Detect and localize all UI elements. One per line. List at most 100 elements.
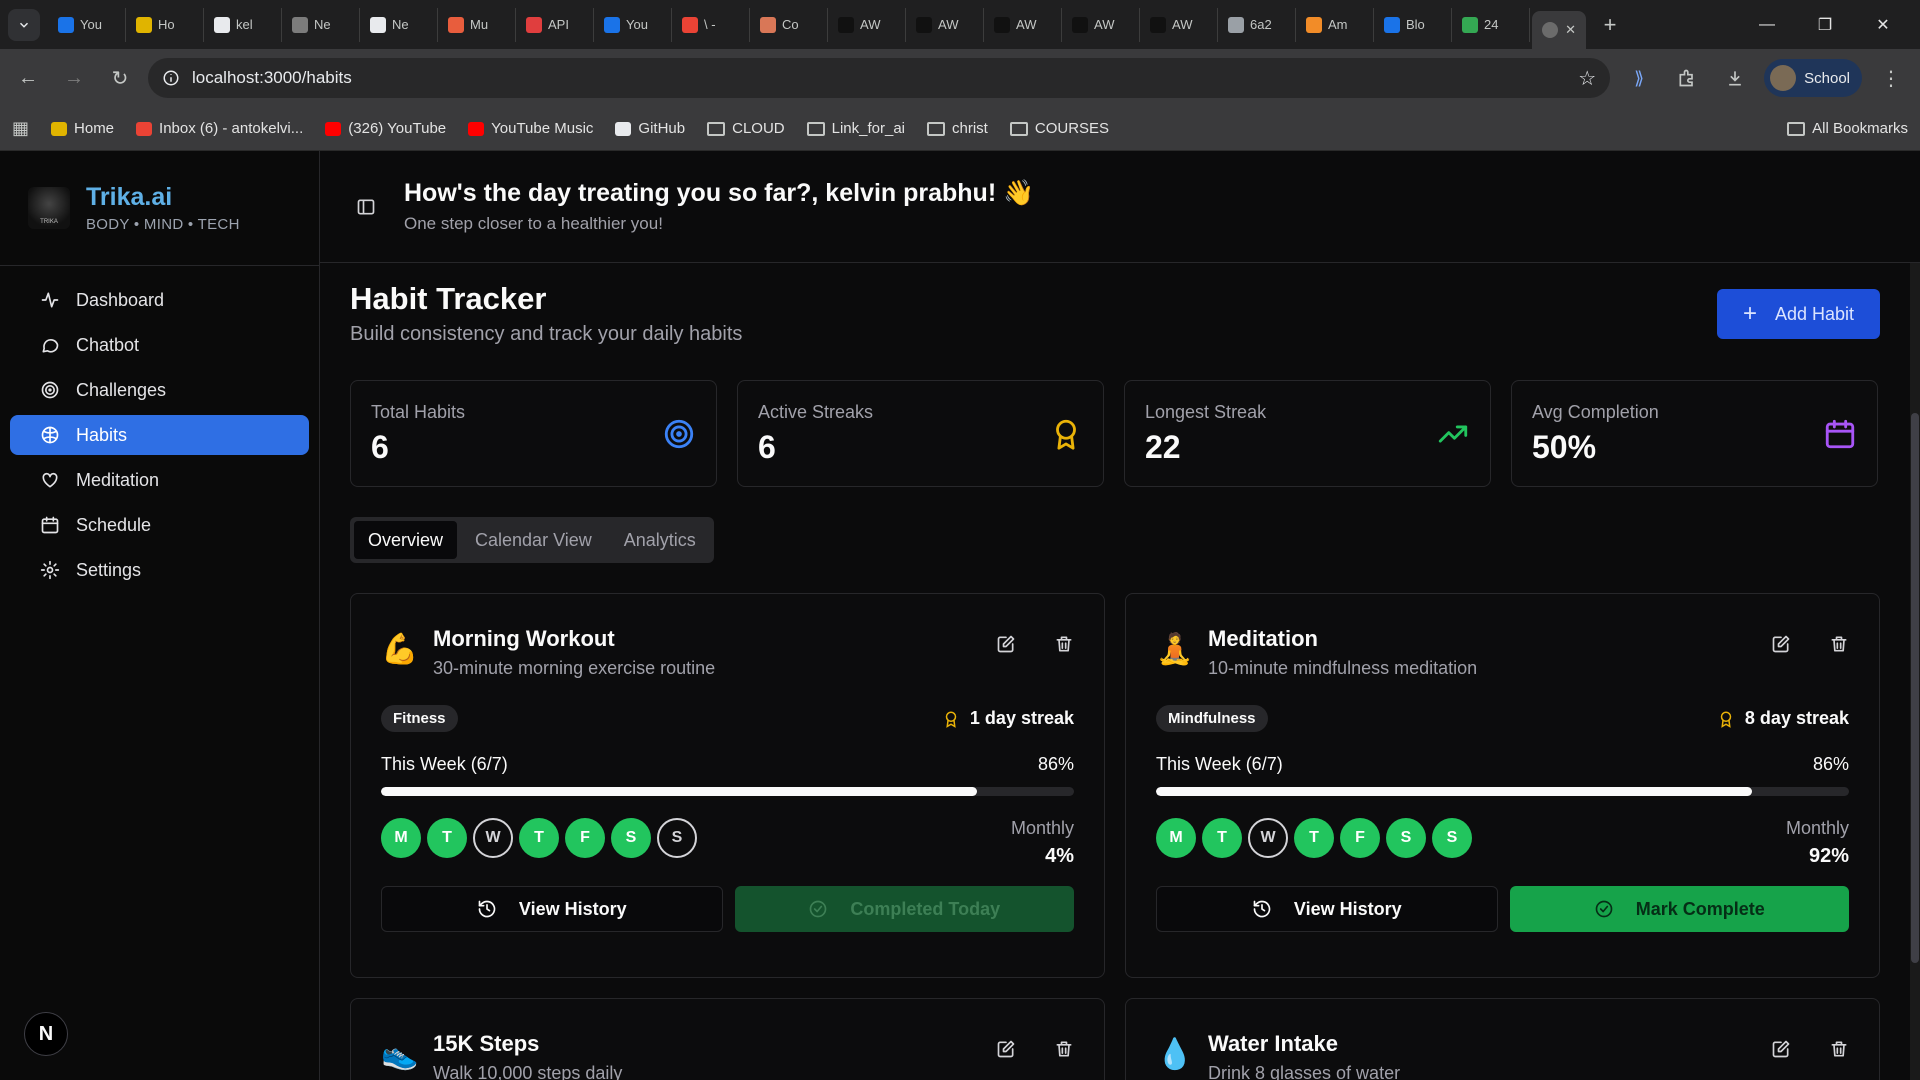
day-circle[interactable]: T [519, 818, 559, 858]
bookmark-item[interactable]: (326) YouTube [325, 120, 446, 137]
tab-calendar-view[interactable]: Calendar View [461, 521, 606, 559]
day-circle[interactable]: T [1202, 818, 1242, 858]
tab-search-button[interactable] [8, 8, 40, 41]
browser-tab[interactable]: \ - [672, 7, 750, 42]
url-text[interactable]: localhost:3000/habits [192, 68, 1566, 88]
edit-icon[interactable] [996, 1039, 1016, 1059]
sidebar-item-chatbot[interactable]: Chatbot [10, 325, 309, 365]
sidebar-item-schedule[interactable]: Schedule [10, 505, 309, 545]
day-circle[interactable]: S [1386, 818, 1426, 858]
tab-analytics[interactable]: Analytics [610, 521, 710, 559]
sidebar-item-dashboard[interactable]: Dashboard [10, 280, 309, 320]
sidebar-toggle-icon[interactable] [356, 197, 376, 217]
day-circle[interactable]: F [1340, 818, 1380, 858]
edit-icon[interactable] [996, 634, 1016, 654]
bookmark-label: COURSES [1034, 120, 1110, 137]
menu-icon[interactable]: ⋮ [1872, 59, 1910, 97]
browser-tab[interactable]: AW [828, 7, 906, 42]
sidebar-nav: Dashboard Chatbot Challenges Habits Meditati… [0, 266, 319, 609]
trash-icon[interactable] [1829, 1039, 1849, 1059]
bookmark-item[interactable]: christ [927, 120, 988, 137]
bookmark-item[interactable]: Link_for_ai [806, 120, 905, 137]
profile-button[interactable]: School [1764, 59, 1862, 97]
day-circle[interactable]: S [1432, 818, 1472, 858]
trash-icon[interactable] [1054, 1039, 1074, 1059]
bookmark-item[interactable]: Home [51, 120, 114, 137]
add-habit-button[interactable]: + Add Habit [1717, 289, 1880, 339]
browser-tab[interactable]: Mu [438, 7, 516, 42]
bookmark-item[interactable]: Inbox (6) - antokelvi... [136, 120, 303, 137]
trash-icon[interactable] [1054, 634, 1074, 654]
browser-tab[interactable]: AW [984, 7, 1062, 42]
browser-tab[interactable]: 24 [1452, 7, 1530, 42]
bookmark-label: YouTube Music [491, 120, 594, 137]
site-info-icon[interactable] [162, 69, 180, 87]
browser-tab[interactable]: kel [204, 7, 282, 42]
sidebar-item-meditation[interactable]: Meditation [10, 460, 309, 500]
edit-icon[interactable] [1771, 1039, 1791, 1059]
day-circle[interactable]: T [1294, 818, 1334, 858]
browser-tab[interactable]: AW [1140, 7, 1218, 42]
browser-tab[interactable]: Blo [1374, 7, 1452, 42]
bookmark-item[interactable]: YouTube Music [468, 120, 593, 137]
tab-close-icon[interactable]: ✕ [1565, 22, 1576, 38]
forward-icon[interactable]: → [56, 60, 92, 96]
browser-tab[interactable]: AW [906, 7, 984, 42]
sidebar-item-challenges[interactable]: Challenges [10, 370, 309, 410]
browser-tab-active[interactable]: ✕ [1532, 11, 1586, 49]
browser-tab[interactable]: 6a2 [1218, 7, 1296, 42]
day-circle[interactable]: T [427, 818, 467, 858]
bookmark-star-icon[interactable]: ☆ [1578, 66, 1596, 91]
day-circle[interactable]: S [611, 818, 651, 858]
view-history-button[interactable]: View History [381, 886, 723, 932]
browser-tab[interactable]: API [516, 7, 594, 42]
tab-overview[interactable]: Overview [354, 521, 458, 559]
favicon-icon [526, 16, 542, 33]
mark-complete-button[interactable]: Mark Complete [1509, 886, 1849, 932]
day-circle[interactable]: S [657, 818, 697, 858]
extensions-icon[interactable] [1668, 59, 1706, 97]
browser-tab[interactable]: You [594, 7, 672, 42]
browser-tab[interactable]: AW [1062, 7, 1140, 42]
nextjs-badge[interactable]: N [24, 1012, 68, 1056]
edit-icon[interactable] [1771, 634, 1791, 654]
reload-icon[interactable]: ↻ [102, 60, 138, 96]
sidebar-item-settings[interactable]: Settings [10, 550, 309, 590]
brand[interactable]: TRIKA Trika.ai BODY • MIND • TECH [0, 151, 319, 266]
all-bookmarks[interactable]: All Bookmarks [1787, 120, 1908, 137]
new-tab-button[interactable]: + [1596, 11, 1624, 39]
completed-today-button[interactable]: Completed Today [734, 886, 1074, 932]
apps-grid-icon[interactable]: ▦ [12, 118, 29, 139]
day-circle[interactable]: M [1156, 818, 1196, 858]
view-history-button[interactable]: View History [1156, 886, 1498, 932]
minimize-icon[interactable]: — [1738, 1, 1796, 49]
browser-tab[interactable]: Ho [126, 7, 204, 42]
browser-tab[interactable]: Co [750, 7, 828, 42]
browser-tab[interactable]: You [48, 7, 126, 42]
restore-icon[interactable]: ❐ [1796, 1, 1854, 49]
scrollbar[interactable] [1910, 263, 1920, 1080]
bookmark-item[interactable]: GitHub [615, 120, 685, 137]
browser-tabstrip: You Ho kel Ne Ne Mu API You \ - Co AW AW AW AW AW 6a2 A… [0, 0, 1920, 49]
back-icon[interactable]: ← [10, 60, 46, 96]
day-circle[interactable]: F [565, 818, 605, 858]
close-window-icon[interactable]: ✕ [1854, 1, 1912, 49]
trash-icon[interactable] [1829, 634, 1849, 654]
address-bar[interactable]: localhost:3000/habits ☆ [148, 58, 1611, 98]
scrollbar-thumb[interactable] [1911, 413, 1919, 963]
bookmark-label: (326) YouTube [348, 120, 447, 137]
browser-tab[interactable]: Am [1296, 7, 1374, 42]
browser-tab[interactable]: Ne [282, 7, 360, 42]
bookmark-item[interactable]: COURSES [1009, 120, 1110, 137]
day-circle[interactable]: W [473, 818, 513, 858]
sidebar-item-habits[interactable]: Habits [10, 415, 309, 455]
tab-title: Am [1328, 17, 1348, 32]
bookmark-item[interactable]: CLOUD [707, 120, 785, 137]
view-history-label: View History [1293, 898, 1402, 919]
download-icon[interactable] [1716, 59, 1754, 97]
day-circle[interactable]: M [381, 818, 421, 858]
days-row: M T W T F S S Monthly 92% [1156, 818, 1849, 868]
browser-tab[interactable]: Ne [360, 7, 438, 42]
day-circle[interactable]: W [1248, 818, 1288, 858]
read-aloud-icon[interactable]: ⟫ [1620, 59, 1658, 97]
